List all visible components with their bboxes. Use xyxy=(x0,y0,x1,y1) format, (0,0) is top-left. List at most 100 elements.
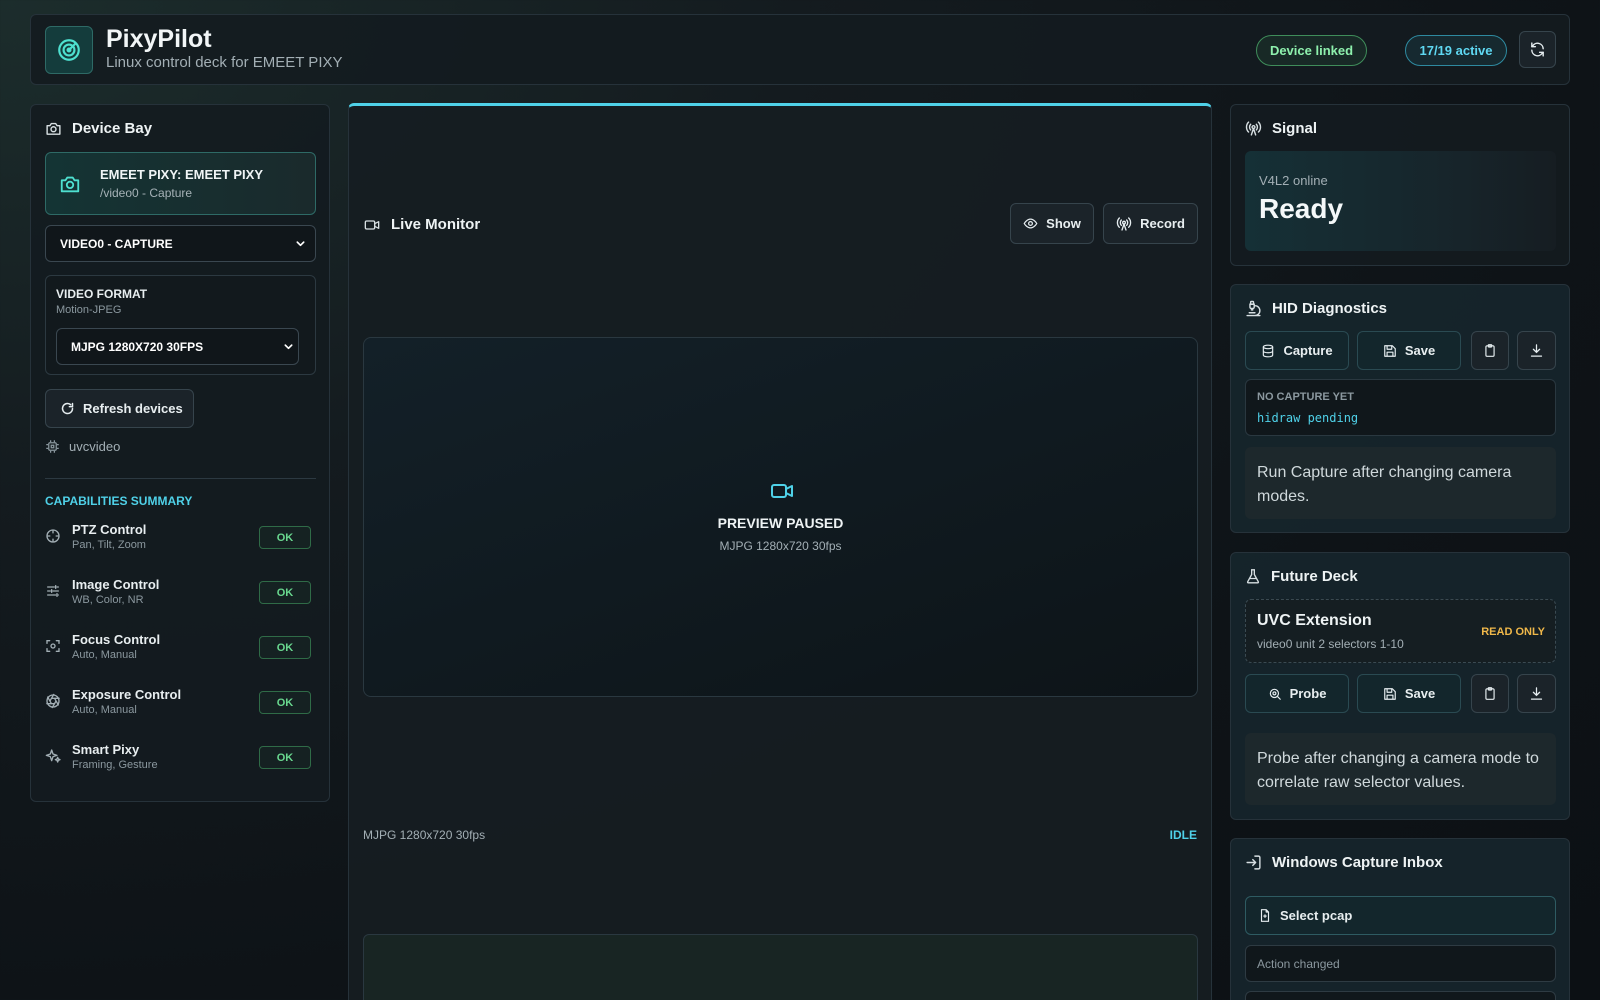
capability-row-ptz: PTZ Control Pan, Tilt, Zoom OK xyxy=(45,518,311,558)
footer-format: MJPG 1280x720 30fps xyxy=(363,828,486,842)
hid-diagnostics-panel: HID Diagnostics Capture Save NO CAPTURE … xyxy=(1230,284,1570,533)
status-badge: OK xyxy=(259,691,311,714)
capture-button[interactable]: Capture xyxy=(1245,331,1349,370)
signal-panel: Signal V4L2 online Ready xyxy=(1230,104,1570,266)
radar-icon xyxy=(56,37,82,63)
capability-name: Focus Control xyxy=(72,632,161,647)
camera-icon xyxy=(45,120,62,137)
driver-row: uvcvideo xyxy=(45,439,120,454)
uvc-extension-title: UVC Extension xyxy=(1257,612,1372,629)
secondary-panel xyxy=(363,934,1198,1000)
antenna-icon xyxy=(1245,120,1262,137)
save-button[interactable]: Save xyxy=(1357,331,1461,370)
device-name: EMEET PIXY: EMEET PIXY xyxy=(100,167,264,182)
download-icon xyxy=(1529,686,1544,701)
action-input[interactable] xyxy=(1245,945,1556,982)
camera-icon xyxy=(58,173,82,195)
hid-note: Run Capture after changing camera modes. xyxy=(1245,447,1556,519)
device-select[interactable]: VIDEO0 - CAPTURE xyxy=(45,225,316,262)
clipboard-icon xyxy=(1483,343,1497,358)
import-icon xyxy=(1245,854,1262,871)
status-badge: OK xyxy=(259,746,311,769)
record-label: Record xyxy=(1140,216,1185,231)
live-monitor-panel: Live Monitor Show Record PREVIEW PAUSED … xyxy=(348,103,1212,1000)
sparkles-icon xyxy=(45,748,61,764)
signal-sub: V4L2 online xyxy=(1259,173,1328,188)
capability-name: Smart Pixy xyxy=(72,742,140,757)
app-header: PixyPilot Linux control deck for EMEET P… xyxy=(30,14,1570,85)
signal-heading: Signal xyxy=(1245,120,1317,137)
device-bay-panel: Device Bay EMEET PIXY: EMEET PIXY /video… xyxy=(30,104,330,802)
preview-area[interactable]: PREVIEW PAUSED MJPG 1280x720 30fps xyxy=(363,337,1198,697)
hid-status-title: NO CAPTURE YET xyxy=(1257,391,1354,403)
device-linked-badge: Device linked xyxy=(1256,35,1367,66)
capture-inbox-panel: Windows Capture Inbox Select pcap xyxy=(1230,838,1570,1000)
signal-state: Ready xyxy=(1259,193,1344,224)
save-label: Save xyxy=(1404,686,1436,701)
microscope-icon xyxy=(1245,300,1262,317)
status-badge: OK xyxy=(259,526,311,549)
status-badge: OK xyxy=(259,581,311,604)
probe-label: Probe xyxy=(1289,686,1327,701)
crosshair-icon xyxy=(45,528,61,544)
capability-name: Image Control xyxy=(72,577,160,592)
record-button[interactable]: Record xyxy=(1103,203,1198,244)
live-monitor-heading: Live Monitor xyxy=(363,216,480,233)
hid-status-box: NO CAPTURE YET hidraw pending xyxy=(1245,379,1556,436)
device-bay-title: Device Bay xyxy=(72,120,153,137)
uvc-extension-card: UVC Extension video0 unit 2 selectors 1-… xyxy=(1245,599,1556,663)
video-format-label: VIDEO FORMAT xyxy=(56,287,148,301)
capability-name: Exposure Control xyxy=(72,687,182,702)
capture-label: Capture xyxy=(1283,343,1333,358)
save-label: Save xyxy=(1404,343,1436,358)
refresh-status-button[interactable] xyxy=(1519,31,1556,68)
app-subtitle: Linux control deck for EMEET PIXY xyxy=(106,54,343,71)
second-input[interactable] xyxy=(1245,991,1556,1000)
refresh-devices-button[interactable]: Refresh devices xyxy=(45,389,194,428)
status-badge: OK xyxy=(259,636,311,659)
capability-sub: Auto, Manual xyxy=(72,649,137,661)
driver-name: uvcvideo xyxy=(69,439,121,454)
capability-row-image: Image Control WB, Color, NR OK xyxy=(45,573,311,613)
download-icon xyxy=(1529,343,1544,358)
aperture-icon xyxy=(45,693,61,709)
capabilities-title: CAPABILITIES SUMMARY xyxy=(45,494,193,508)
show-label: Show xyxy=(1046,216,1081,231)
flask-icon xyxy=(1245,568,1261,585)
capability-sub: Pan, Tilt, Zoom xyxy=(72,539,146,551)
select-pcap-button[interactable]: Select pcap xyxy=(1245,896,1556,935)
show-button[interactable]: Show xyxy=(1010,203,1094,244)
download-button[interactable] xyxy=(1517,674,1556,713)
device-card[interactable]: EMEET PIXY: EMEET PIXY /video0 - Capture xyxy=(45,152,316,215)
download-button[interactable] xyxy=(1517,331,1556,370)
broadcast-icon xyxy=(1116,216,1132,232)
format-select[interactable]: MJPG 1280X720 30FPS xyxy=(56,328,299,365)
capability-row-focus: Focus Control Auto, Manual OK xyxy=(45,628,311,668)
hid-heading: HID Diagnostics xyxy=(1245,300,1387,317)
live-monitor-title: Live Monitor xyxy=(391,216,481,233)
zoom-scan-icon xyxy=(1268,687,1282,701)
clipboard-icon xyxy=(1483,686,1497,701)
signal-title: Signal xyxy=(1272,120,1318,137)
app-logo xyxy=(45,26,93,74)
select-pcap-label: Select pcap xyxy=(1280,908,1353,923)
save-icon xyxy=(1383,687,1397,701)
capability-name: PTZ Control xyxy=(72,522,147,537)
capability-row-exposure: Exposure Control Auto, Manual OK xyxy=(45,683,311,723)
device-bay-heading: Device Bay xyxy=(45,120,152,137)
copy-button[interactable] xyxy=(1471,674,1509,713)
refresh-icon xyxy=(1529,41,1546,58)
future-title: Future Deck xyxy=(1271,568,1358,585)
refresh-icon xyxy=(60,401,75,416)
video-icon xyxy=(363,217,381,233)
probe-button[interactable]: Probe xyxy=(1245,674,1349,713)
eye-icon xyxy=(1023,216,1038,231)
save-icon xyxy=(1383,344,1397,358)
future-heading: Future Deck xyxy=(1245,568,1358,585)
inbox-heading: Windows Capture Inbox xyxy=(1245,854,1443,871)
copy-button[interactable] xyxy=(1471,331,1509,370)
device-path: /video0 - Capture xyxy=(100,186,193,200)
refresh-devices-label: Refresh devices xyxy=(83,401,183,416)
save-button[interactable]: Save xyxy=(1357,674,1461,713)
future-deck-panel: Future Deck UVC Extension video0 unit 2 … xyxy=(1230,552,1570,820)
